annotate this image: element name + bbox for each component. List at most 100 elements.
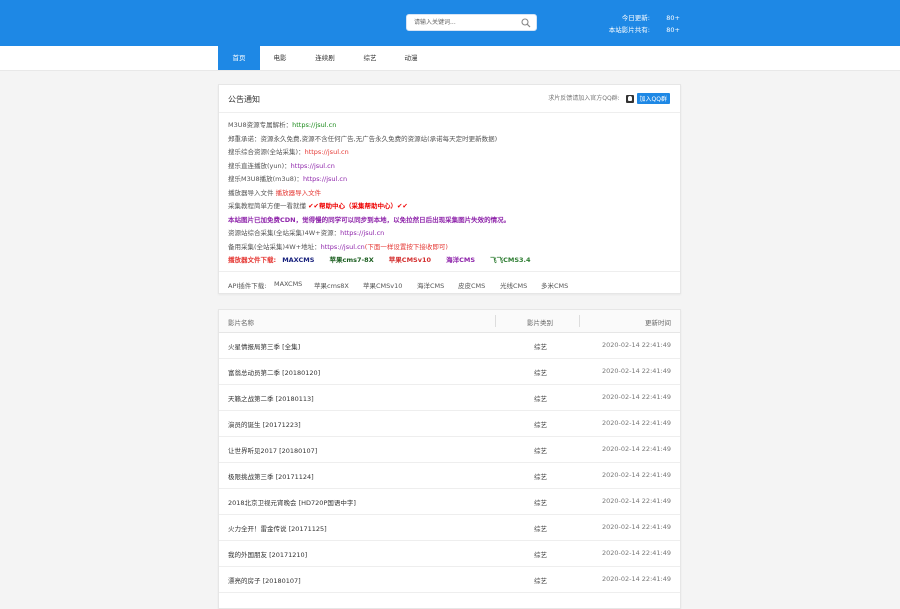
notice-title: 公告通知 bbox=[228, 95, 260, 104]
video-time: 2020-02-14 22:41:49 bbox=[601, 367, 671, 375]
notice-line: 采集教程简单方便一看就懂 ✔✔帮助中心（采集帮助中心）✔✔ bbox=[228, 200, 544, 214]
download-pingguo-78[interactable]: 苹果cms7-8X bbox=[329, 254, 373, 268]
join-qq-button[interactable]: 加入QQ群 bbox=[636, 93, 670, 104]
resource-link[interactable]: https://jsul.cn bbox=[340, 229, 384, 237]
video-name[interactable]: 漂亮的房子 [20180107] bbox=[228, 575, 301, 585]
qq-icon bbox=[625, 94, 634, 103]
video-category: 综艺 bbox=[534, 395, 547, 403]
download-haiyang[interactable]: 海洋CMS bbox=[446, 254, 475, 268]
table-row[interactable]: 让世界听见2017 [20180107] 综艺 2020-02-14 22:41… bbox=[219, 436, 680, 463]
video-name[interactable]: 让世界听见2017 [20180107] bbox=[228, 445, 317, 455]
video-time: 2020-02-14 22:41:49 bbox=[601, 575, 671, 583]
nav-home[interactable]: 首页 bbox=[218, 46, 260, 70]
api-maxcms[interactable]: MAXCMS bbox=[274, 280, 302, 288]
table-row[interactable]: 天籁之战第二季 [20180113] 综艺 2020-02-14 22:41:4… bbox=[219, 384, 680, 411]
nav-anime[interactable]: 动漫 bbox=[393, 46, 429, 70]
line-label: 资源站综合采集(全站采集)4W+资源： bbox=[228, 229, 341, 237]
download-pingguo-v10[interactable]: 苹果CMSv10 bbox=[389, 254, 431, 268]
table-row[interactable]: 演员的诞生 [20171223] 综艺 2020-02-14 22:41:49 bbox=[219, 410, 680, 437]
notice-line: 搜乐综合资源(全站采集)：https://jsul.cn bbox=[228, 146, 544, 160]
search-icon[interactable] bbox=[521, 18, 531, 28]
notice-line: 播放器文件下载: MAXCMS 苹果cms7-8X 苹果CMSv10 海洋CMS… bbox=[228, 254, 544, 268]
all-collect-link[interactable]: https://jsul.cn bbox=[305, 148, 349, 156]
yun-link[interactable]: https://jsul.cn bbox=[291, 162, 335, 170]
line-label: 搜乐直连播放(yun)： bbox=[228, 161, 291, 170]
search-box[interactable] bbox=[406, 14, 537, 31]
video-category: 综艺 bbox=[534, 551, 547, 559]
stat-today-value: 80+ bbox=[666, 14, 680, 22]
video-table: 影片名称 影片类别 更新时间 火星情报局第三季 [全集] 综艺 2020-02-… bbox=[218, 309, 681, 609]
line-text: 郑重承诺：资源永久免费,资源不含任何广告,无广告永久免费的资源站(承诺每天定时更… bbox=[228, 134, 498, 143]
site-stats: 今日更新: 80+ 本站影片共有: 80+ bbox=[600, 12, 680, 36]
main-nav: 首页 电影 连续剧 综艺 动漫 bbox=[0, 46, 900, 71]
qq-text: 求片反馈请加入官方QQ群: bbox=[548, 95, 620, 102]
video-time: 2020-02-14 22:41:49 bbox=[601, 341, 671, 349]
notice-line: 备用采集(全站采集)4W+地址：https://jsul.cn(下面一样设置按下… bbox=[228, 241, 544, 255]
nav-movies[interactable]: 电影 bbox=[262, 46, 298, 70]
video-time: 2020-02-14 22:41:49 bbox=[601, 445, 671, 453]
col-name: 影片名称 bbox=[228, 319, 254, 327]
table-row[interactable]: 极限挑战第三季 [20171124] 综艺 2020-02-14 22:41:4… bbox=[219, 462, 680, 489]
table-row[interactable]: 漂亮的房子 [20180107] 综艺 2020-02-14 22:41:49 bbox=[219, 566, 680, 593]
video-category: 综艺 bbox=[534, 343, 547, 351]
video-time: 2020-02-14 22:41:49 bbox=[601, 549, 671, 557]
stat-total-value: 80+ bbox=[666, 26, 680, 34]
col-divider bbox=[579, 315, 580, 327]
video-time: 2020-02-14 22:41:49 bbox=[601, 419, 671, 427]
api-pingguo-8x[interactable]: 苹果cms8X bbox=[314, 280, 349, 290]
col-divider bbox=[495, 315, 496, 327]
video-category: 综艺 bbox=[534, 525, 547, 533]
line-label: 搜乐综合资源(全站采集)： bbox=[228, 148, 305, 156]
video-time: 2020-02-14 22:41:49 bbox=[601, 497, 671, 505]
download-maxcms[interactable]: MAXCMS bbox=[282, 254, 314, 268]
search-input[interactable] bbox=[407, 15, 522, 30]
api-pipi[interactable]: 皮皮CMS bbox=[458, 280, 485, 290]
api-guangxian[interactable]: 光线CMS bbox=[500, 280, 527, 290]
table-row[interactable]: 火力全开！雷金传说 [20171125] 综艺 2020-02-14 22:41… bbox=[219, 514, 680, 541]
help-center-link[interactable]: ✔✔帮助中心（采集帮助中心）✔✔ bbox=[308, 202, 408, 210]
video-name[interactable]: 演员的诞生 [20171223] bbox=[228, 419, 301, 429]
stat-today-label: 今日更新: bbox=[621, 14, 650, 22]
table-row[interactable]: 我的外国朋友 [20171210] 综艺 2020-02-14 22:41:49 bbox=[219, 540, 680, 567]
video-name[interactable]: 火星情报局第三季 [全集] bbox=[228, 341, 300, 351]
video-time: 2020-02-14 22:41:49 bbox=[601, 471, 671, 479]
line-label: 采集教程简单方便一看就懂 bbox=[228, 202, 306, 210]
video-time: 2020-02-14 22:41:49 bbox=[601, 523, 671, 531]
nav-series[interactable]: 连续剧 bbox=[303, 46, 347, 70]
video-category: 综艺 bbox=[534, 499, 547, 507]
notice-lines: M3U8资源专属解析：https://jsul.cn 郑重承诺：资源永久免费,资… bbox=[228, 119, 544, 268]
line-label: M3U8资源专属解析： bbox=[228, 121, 293, 129]
qq-group: 求片反馈请加入官方QQ群: 加入QQ群 bbox=[548, 93, 670, 104]
table-row[interactable]: 2018北京卫视元宵晚会 [HD720P国语中字] 综艺 2020-02-14 … bbox=[219, 488, 680, 515]
api-duomi[interactable]: 多米CMS bbox=[541, 280, 568, 290]
table-row[interactable]: 富翁总动员第二季 [20180120] 综艺 2020-02-14 22:41:… bbox=[219, 358, 680, 385]
notice-line: 播放器导入文件 播放器导入文件 bbox=[228, 187, 544, 201]
api-haiyang[interactable]: 海洋CMS bbox=[417, 280, 444, 290]
line-label: 搜乐M3U8播放(m3u8)： bbox=[228, 175, 303, 183]
backup-link[interactable]: https://jsul.cn bbox=[321, 243, 365, 251]
m3u8-play-link[interactable]: https://jsul.cn bbox=[303, 175, 347, 183]
backup-note: (下面一样设置按下接收即可) bbox=[364, 242, 448, 251]
line-label: 播放器导入文件 bbox=[228, 188, 274, 197]
video-name[interactable]: 火力全开！雷金传说 [20171125] bbox=[228, 523, 327, 533]
video-name[interactable]: 极限挑战第三季 [20171124] bbox=[228, 471, 314, 481]
video-name[interactable]: 天籁之战第二季 [20180113] bbox=[228, 393, 314, 403]
table-header: 影片名称 影片类别 更新时间 bbox=[219, 310, 680, 333]
line-label: 备用采集(全站采集)4W+地址： bbox=[228, 242, 321, 251]
download-feifei[interactable]: 飞飞CMS3.4 bbox=[490, 254, 530, 268]
video-name[interactable]: 我的外国朋友 [20171210] bbox=[228, 549, 307, 559]
video-name[interactable]: 2018北京卫视元宵晚会 [HD720P国语中字] bbox=[228, 497, 356, 507]
m3u8-link[interactable]: https://jsul.cn bbox=[292, 121, 336, 129]
video-category: 综艺 bbox=[534, 577, 547, 585]
video-category: 综艺 bbox=[534, 369, 547, 377]
table-row[interactable]: 火星情报局第三季 [全集] 综艺 2020-02-14 22:41:49 bbox=[219, 332, 680, 359]
video-time: 2020-02-14 22:41:49 bbox=[601, 393, 671, 401]
nav-variety[interactable]: 综艺 bbox=[352, 46, 388, 70]
cdn-notice: 本站图片已加免费CDN，觉得慢的同学可以同步到本地，以免拉然日后出现采集图片失效… bbox=[228, 215, 511, 224]
notice-card: 公告通知 求片反馈请加入官方QQ群: 加入QQ群 M3U8资源专属解析：http… bbox=[218, 84, 681, 294]
player-import-link[interactable]: 播放器导入文件 bbox=[276, 189, 322, 197]
video-category: 综艺 bbox=[534, 447, 547, 455]
api-label: API插件下载: bbox=[228, 282, 267, 290]
video-name[interactable]: 富翁总动员第二季 [20180120] bbox=[228, 367, 320, 377]
api-pingguo-v10[interactable]: 苹果CMSv10 bbox=[363, 280, 402, 290]
